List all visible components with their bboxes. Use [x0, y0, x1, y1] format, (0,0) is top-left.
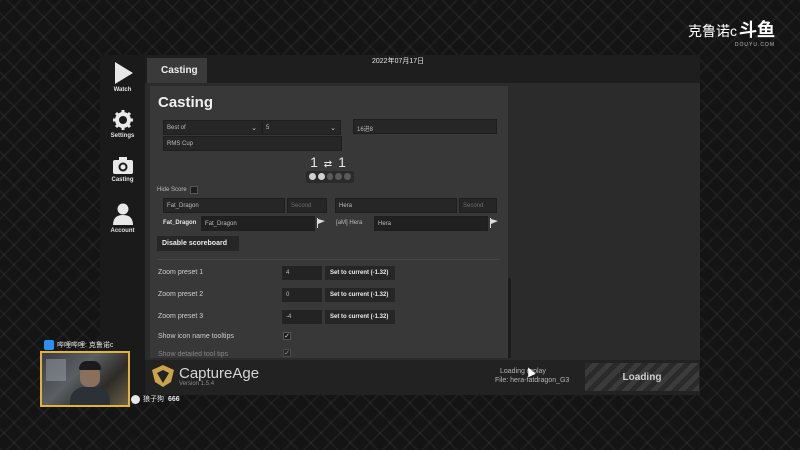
captureage-logo-icon	[152, 365, 174, 387]
chevron-down-icon: ⌄	[251, 125, 257, 132]
sidebar-item-casting[interactable]: Casting	[100, 157, 145, 183]
chat-icon	[44, 340, 54, 351]
flag-icon[interactable]	[317, 218, 325, 228]
hide-score-label: Hide Score	[157, 187, 187, 193]
player1-display-field[interactable]: Fat_Dragon	[201, 216, 315, 231]
hide-score-checkbox[interactable]	[190, 186, 198, 194]
player2-tag: [aM] Hera	[336, 220, 363, 226]
zoom-preset-label: Zoom preset 3	[158, 313, 204, 320]
best-of-select[interactable]: Best of ⌄	[163, 120, 262, 135]
flag-icon[interactable]	[490, 218, 498, 228]
zoom-preset-input[interactable]: 0	[282, 288, 322, 302]
player2-name-field[interactable]: Hera	[335, 198, 457, 213]
camera-icon	[112, 157, 133, 174]
viewer-count: 666	[168, 396, 180, 403]
zoom-preset-label: Zoom preset 1	[158, 269, 204, 276]
best-of-count-select[interactable]: 5 ⌄	[262, 120, 341, 135]
avatar	[131, 394, 140, 404]
game-dot[interactable]	[326, 173, 334, 180]
chevron-down-icon: ⌄	[330, 125, 336, 132]
loading-file: File: hera-fatdragon_G3	[495, 377, 570, 384]
sidebar-item-settings[interactable]: Settings	[100, 110, 145, 139]
icon-tooltips-label: Show icon name tooltips	[158, 333, 234, 340]
player1-secondary-field[interactable]: Second	[287, 198, 327, 213]
sidebar-item-label: Casting	[111, 177, 134, 183]
tab-casting[interactable]: Casting	[147, 58, 207, 83]
sidebar-item-label: Settings	[110, 133, 135, 139]
zoom-preset-label: Zoom preset 2	[158, 291, 204, 298]
platform-logo: 斗鱼	[739, 20, 775, 40]
viewer-badge: 狼子狗 666	[131, 394, 180, 404]
divider	[157, 259, 500, 260]
zoom-preset-input[interactable]: -4	[282, 310, 322, 324]
series-score: 1 ⇄ 1	[308, 154, 348, 170]
sidebar-item-label: Watch	[113, 87, 132, 93]
score-right: 1	[338, 154, 346, 170]
streamer-name: 克鲁诺c	[688, 23, 737, 39]
platform-url: DOUYU.COM	[734, 42, 775, 48]
chat-text: 哔哩哔哩: 克鲁诺c	[57, 342, 114, 349]
gear-icon	[112, 110, 133, 130]
scrollbar-thumb[interactable]	[508, 278, 511, 358]
detailed-tooltips-label: Show detailed tool tips	[158, 351, 229, 358]
set-to-current-button[interactable]: Set to current (-1.32)	[325, 310, 395, 324]
round-field[interactable]: 16进8	[353, 119, 497, 134]
sidebar-item-watch[interactable]: Watch	[100, 62, 145, 93]
chat-message: 哔哩哔哩: 克鲁诺c	[44, 340, 114, 351]
game-dot[interactable]	[309, 173, 316, 180]
detailed-tooltips-checkbox[interactable]: ✓	[283, 349, 291, 357]
app-name: CaptureAge	[179, 365, 260, 382]
swap-icon[interactable]: ⇄	[324, 159, 332, 170]
app-version: Version 1.5.4	[179, 381, 215, 387]
game-dot[interactable]	[335, 173, 343, 180]
viewer-name: 狼子狗	[143, 396, 164, 403]
game-indicator[interactable]	[306, 171, 354, 183]
play-icon	[114, 62, 133, 84]
loading-message: Loading replay	[500, 368, 546, 375]
person-icon	[112, 203, 133, 225]
set-to-current-button[interactable]: Set to current (-1.32)	[325, 266, 395, 280]
player1-name-field[interactable]: Fat_Dragon	[163, 198, 285, 213]
game-dot[interactable]	[317, 173, 325, 180]
game-dot[interactable]	[344, 173, 351, 180]
score-left: 1	[310, 154, 318, 170]
icon-tooltips-checkbox[interactable]: ✓	[283, 332, 291, 340]
sidebar-item-account[interactable]: Account	[100, 203, 145, 234]
stream-watermark: 克鲁诺c 斗鱼 DOUYU.COM	[688, 16, 775, 48]
player2-display-field[interactable]: Hera	[374, 216, 488, 231]
set-to-current-button[interactable]: Set to current (-1.32)	[325, 288, 395, 302]
webcam-feed	[40, 351, 130, 407]
date-label: 2022年07月17日	[372, 58, 425, 65]
best-of-label: Best of	[167, 125, 186, 131]
tournament-field[interactable]: RMS Cup	[163, 136, 342, 151]
disable-scoreboard-button[interactable]: Disable scoreboard	[157, 236, 239, 251]
player1-tag: Fat_Dragon	[163, 220, 197, 226]
loading-button[interactable]: Loading	[585, 363, 699, 391]
best-of-value: 5	[266, 125, 270, 131]
player2-secondary-field[interactable]: Second	[459, 198, 497, 213]
sidebar-item-label: Account	[110, 228, 135, 234]
page-title: Casting	[158, 94, 214, 111]
zoom-preset-input[interactable]: 4	[282, 266, 322, 280]
